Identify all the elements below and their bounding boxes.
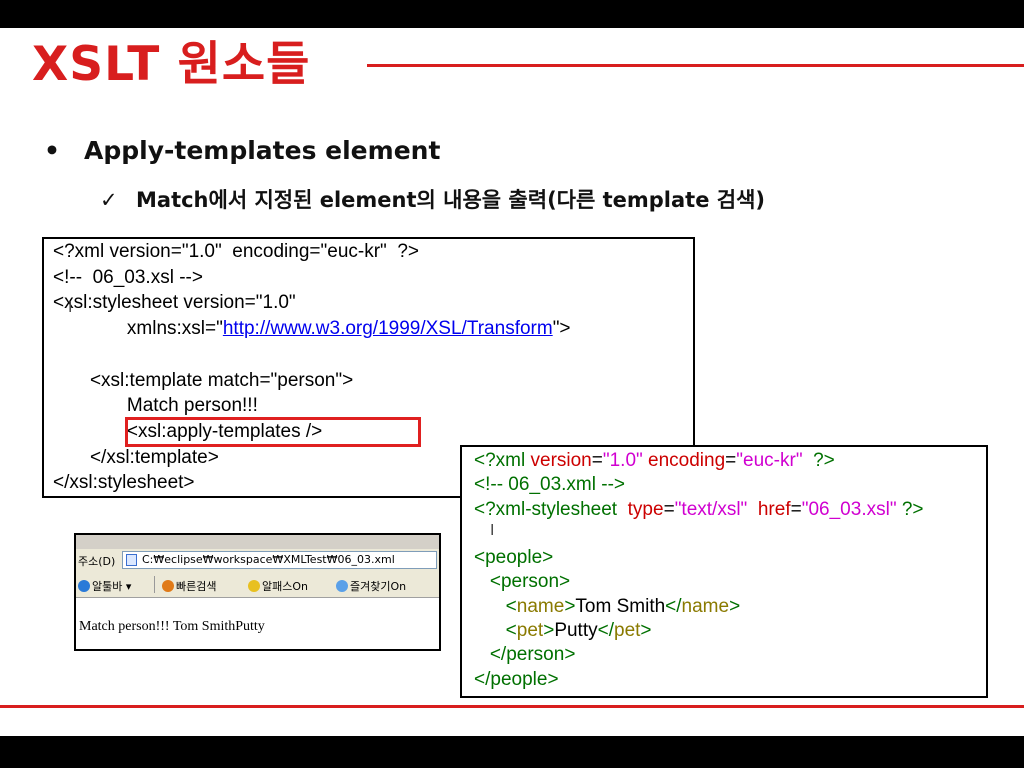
address-field[interactable]: C:₩eclipse₩workspace₩XMLTest₩06_03.xml <box>122 551 437 569</box>
xml-tag: people <box>490 668 548 690</box>
bottom-black-bar <box>0 736 1024 768</box>
checkmark-icon: ✓ <box>100 188 118 212</box>
xml-token: <?xml-stylesheet <box>474 498 628 520</box>
xml-bracket: </ <box>474 668 491 690</box>
xml-value: "1.0" <box>602 450 643 471</box>
browser-page-content: Match person!!! Tom SmithPutty <box>79 619 265 634</box>
xml-token: ?> <box>802 450 835 471</box>
browser-address-bar: 주소(D) C:₩eclipse₩workspace₩XMLTest₩06_03… <box>76 549 439 574</box>
xml-bracket: </ <box>665 595 682 617</box>
xml-tag: people <box>485 547 543 569</box>
text-cursor-icon: I <box>68 298 73 316</box>
toolbar-separator <box>154 576 155 593</box>
bullet-level1: • Apply-templates element <box>44 134 440 168</box>
browser-toolbar-strip <box>76 535 439 549</box>
xml-value: "06_03.xsl" <box>801 498 897 520</box>
xml-text: Tom Smith <box>575 595 666 617</box>
xml-comment: <!-- 06_03.xml --> <box>474 474 625 496</box>
xml-token: ?> <box>896 498 924 520</box>
code-line: <xsl:template match="person"> <box>53 369 354 391</box>
favorites-label: 즐겨찾기On <box>350 580 407 593</box>
xml-attr: version <box>530 450 592 471</box>
browser-links-bar: 알툴바 ▾ 빠른검색 알패스On 즐겨찾기On <box>76 573 439 598</box>
xml-bracket: > <box>542 547 554 569</box>
xml-tag: pet <box>516 620 544 642</box>
code-line: </xsl:stylesheet> <box>53 472 195 494</box>
xml-token: = <box>663 498 675 520</box>
xml-tag: name <box>516 595 565 617</box>
altoolbar-label: 알툴바 ▾ <box>92 580 132 593</box>
xml-attr: href <box>747 498 791 520</box>
star-icon <box>336 580 348 592</box>
xml-bracket: > <box>547 668 559 690</box>
quick-search-label: 빠른검색 <box>176 580 217 593</box>
highlight-box <box>125 417 421 447</box>
bottom-divider <box>0 705 1024 708</box>
quick-search-button[interactable]: 빠른검색 <box>162 578 216 594</box>
bullet-level2-text: Match에서 지정된 element의 내용을 출력(다른 template … <box>136 188 766 212</box>
top-black-bar <box>0 0 1024 28</box>
code-line: <?xml version="1.0" encoding="euc-kr" ?> <box>53 241 420 262</box>
xml-tag: name <box>681 595 730 617</box>
xml-tag: person <box>500 571 560 593</box>
xsl-namespace-link[interactable]: http://www.w3.org/1999/XSL/Transform <box>223 318 553 339</box>
browser-output-window: 주소(D) C:₩eclipse₩workspace₩XMLTest₩06_03… <box>74 533 441 651</box>
alpass-label: 알패스On <box>262 580 308 593</box>
xml-bracket: > <box>640 620 652 642</box>
slide-title: XSLT 원소들 <box>32 37 311 92</box>
code-line-suffix: "> <box>552 318 571 340</box>
page-icon <box>126 554 137 566</box>
xml-bracket: > <box>564 595 576 617</box>
alpass-button[interactable]: 알패스On <box>248 578 308 594</box>
code-line: Match person!!! <box>53 395 258 417</box>
code-line-prefix: xmlns:xsl=" <box>53 318 223 340</box>
xml-bracket: < <box>474 595 517 617</box>
address-label: 주소(D) <box>78 555 116 568</box>
bullet-level1-text: Apply-templates element <box>84 136 441 165</box>
key-icon <box>248 580 260 592</box>
xml-tag: person <box>506 644 565 666</box>
code-line: <!-- 06_03.xsl --> <box>53 266 203 288</box>
xml-token: = <box>591 450 603 471</box>
quick-search-icon <box>162 580 174 592</box>
xml-bracket: < <box>474 571 501 593</box>
xml-bracket: < <box>474 547 486 569</box>
text-cursor-icon: I <box>490 521 495 539</box>
xml-bracket: > <box>559 571 571 593</box>
code-line: <xsl:stylesheet version="1.0" <box>53 292 296 314</box>
altoolbar-icon <box>78 580 90 592</box>
bullet-dot-icon: • <box>44 136 60 165</box>
xml-bracket: </ <box>474 644 507 666</box>
xml-code-panel: <?xml version="1.0" encoding="euc-kr" ?>… <box>460 445 988 698</box>
title-divider <box>367 64 1024 67</box>
xml-bracket: > <box>543 620 555 642</box>
xml-bracket: < <box>474 620 517 642</box>
code-line: </xsl:template> <box>53 446 219 468</box>
xml-attr: encoding <box>642 450 726 471</box>
xml-token: = <box>725 450 737 471</box>
bullet-level2: ✓ Match에서 지정된 element의 내용을 출력(다른 template… <box>100 185 765 215</box>
xml-token: <?xml <box>474 450 531 471</box>
xml-token: = <box>790 498 802 520</box>
xml-code-block: <?xml version="1.0" encoding="euc-kr" ?>… <box>474 449 924 692</box>
favorites-button[interactable]: 즐겨찾기On <box>336 578 406 594</box>
xml-value: "euc-kr" <box>736 450 803 471</box>
address-url: C:₩eclipse₩workspace₩XMLTest₩06_03.xml <box>142 553 395 566</box>
xml-tag: pet <box>614 620 641 642</box>
xml-bracket: > <box>564 644 576 666</box>
xml-bracket: </ <box>597 620 614 642</box>
xml-value: "text/xsl" <box>674 498 748 520</box>
xml-bracket: > <box>729 595 741 617</box>
altoolbar-button[interactable]: 알툴바 ▾ <box>78 578 131 594</box>
xml-attr: type <box>627 498 664 520</box>
xml-text: Putty <box>554 620 598 642</box>
